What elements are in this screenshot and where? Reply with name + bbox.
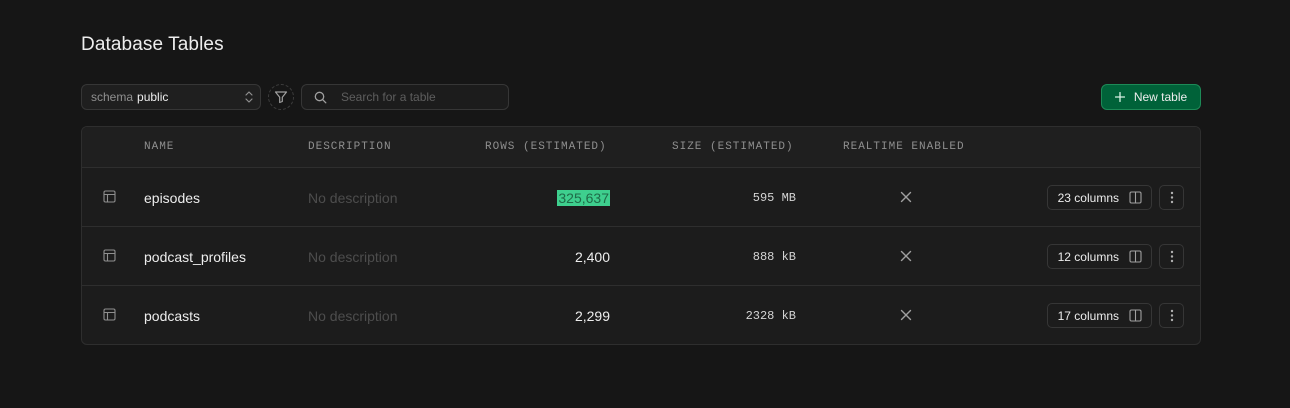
- table-row-count: 325,637: [557, 190, 610, 206]
- table-header: NAME DESCRIPTION ROWS (ESTIMATED) SIZE (…: [82, 127, 1200, 168]
- more-vertical-icon: [1170, 191, 1173, 204]
- table-name[interactable]: episodes: [144, 190, 200, 206]
- columns-button[interactable]: 23 columns: [1046, 185, 1152, 210]
- header-realtime: REALTIME ENABLED: [843, 141, 965, 153]
- search-box: [301, 84, 509, 110]
- columns-count: 17 columns: [1057, 308, 1119, 323]
- new-table-button[interactable]: New table: [1101, 84, 1201, 110]
- table-description: No description: [308, 308, 398, 324]
- more-options-button[interactable]: [1159, 185, 1184, 210]
- columns-count: 12 columns: [1057, 249, 1119, 264]
- columns-count: 23 columns: [1057, 190, 1119, 205]
- columns-icon: [1129, 191, 1142, 204]
- header-description: DESCRIPTION: [308, 141, 392, 153]
- schema-select[interactable]: schema public: [81, 84, 261, 110]
- table-size: 2328 kB: [745, 309, 796, 323]
- header-rows: ROWS (ESTIMATED): [485, 141, 607, 153]
- header-name: NAME: [144, 141, 175, 153]
- more-vertical-icon: [1170, 250, 1173, 263]
- realtime-disabled-icon: [900, 191, 912, 203]
- realtime-disabled-icon: [900, 309, 912, 321]
- schema-select-value: public: [137, 90, 169, 104]
- page-title: Database Tables: [81, 34, 224, 55]
- search-input[interactable]: [341, 90, 491, 104]
- realtime-disabled-icon: [900, 250, 912, 262]
- table-icon: [103, 308, 116, 321]
- table-description: No description: [308, 249, 398, 265]
- schema-select-label: schema: [91, 90, 134, 104]
- table-description: No description: [308, 190, 398, 206]
- columns-icon: [1129, 309, 1142, 322]
- plus-icon: [1114, 92, 1125, 102]
- search-icon: [314, 91, 327, 103]
- table-icon: [103, 190, 116, 203]
- columns-icon: [1129, 250, 1142, 263]
- table-icon: [103, 249, 116, 262]
- toolbar: schema public New table: [81, 84, 1201, 110]
- table-row-count: 2,299: [574, 308, 610, 324]
- filter-icon: [274, 91, 288, 104]
- table-row[interactable]: podcasts No description 2,299 2328 kB 17…: [82, 286, 1200, 344]
- table-row[interactable]: podcast_profiles No description 2,400 88…: [82, 227, 1200, 286]
- filter-button[interactable]: [268, 84, 294, 110]
- header-size: SIZE (ESTIMATED): [672, 141, 794, 153]
- chevron-up-down-icon: [245, 91, 253, 103]
- more-options-button[interactable]: [1159, 244, 1184, 269]
- columns-button[interactable]: 17 columns: [1046, 303, 1152, 328]
- new-table-label: New table: [1133, 90, 1188, 104]
- table-name[interactable]: podcasts: [144, 308, 200, 324]
- table-size: 888 kB: [752, 250, 796, 264]
- table-row-count: 2,400: [574, 249, 610, 265]
- table-name[interactable]: podcast_profiles: [144, 249, 246, 265]
- table-row[interactable]: episodes No description 325,637 595 MB 2…: [82, 168, 1200, 227]
- columns-button[interactable]: 12 columns: [1046, 244, 1152, 269]
- more-options-button[interactable]: [1159, 303, 1184, 328]
- tables-list: NAME DESCRIPTION ROWS (ESTIMATED) SIZE (…: [81, 126, 1201, 345]
- more-vertical-icon: [1170, 309, 1173, 322]
- table-size: 595 MB: [752, 191, 796, 205]
